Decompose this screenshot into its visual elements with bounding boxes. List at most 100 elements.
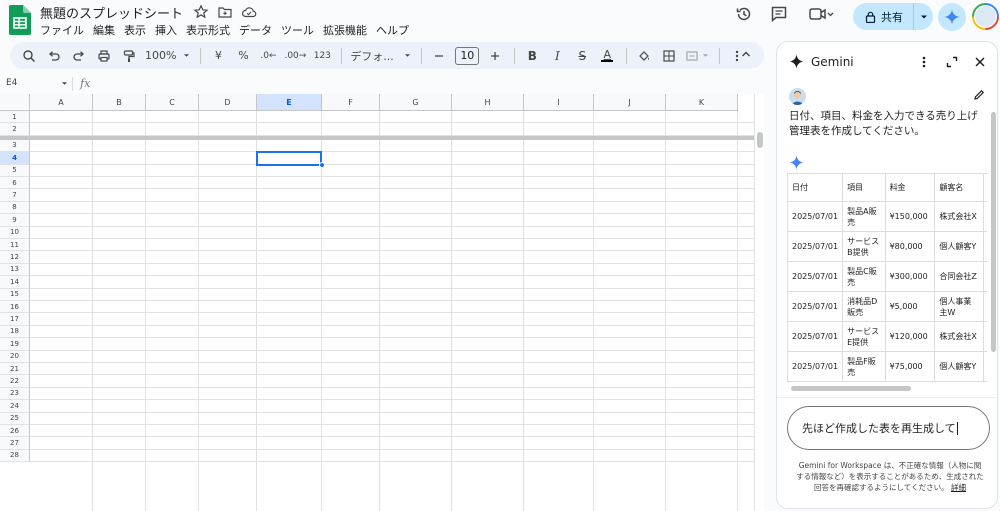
cloud-saved-icon[interactable] (241, 4, 257, 20)
comments-icon[interactable] (770, 5, 788, 23)
share-button[interactable]: 共有 (853, 3, 933, 30)
percent-format-button[interactable]: % (234, 46, 252, 66)
row-header-9[interactable]: 9 (0, 214, 30, 227)
menu-extensions[interactable]: 拡張機能 (323, 22, 367, 38)
column-header-h[interactable]: H (452, 94, 524, 111)
document-title[interactable]: 無題のスプレッドシート (40, 3, 183, 22)
decrease-font-size-icon[interactable] (430, 46, 448, 66)
row-header-17[interactable]: 17 (0, 313, 30, 326)
borders-icon[interactable] (660, 46, 678, 66)
row-header-6[interactable]: 6 (0, 177, 30, 190)
menu-edit[interactable]: 編集 (93, 22, 115, 38)
more-vert-icon[interactable] (917, 55, 931, 69)
table-horizontal-scrollbar[interactable] (787, 386, 987, 391)
zoom-select[interactable]: 100% (145, 46, 190, 66)
row-header-7[interactable]: 7 (0, 189, 30, 202)
gemini-toggle-button[interactable] (938, 3, 966, 31)
increase-font-size-icon[interactable] (486, 46, 504, 66)
undo-icon[interactable] (45, 46, 63, 66)
row-header-8[interactable]: 8 (0, 201, 30, 215)
expand-icon[interactable] (945, 55, 959, 69)
row-header-11[interactable]: 11 (0, 239, 30, 252)
row-header-21[interactable]: 21 (0, 363, 30, 376)
menu-tools[interactable]: ツール (281, 22, 314, 38)
currency-format-button[interactable]: ¥ (209, 46, 227, 66)
bold-button[interactable]: B (523, 46, 541, 66)
row-header-3[interactable]: 3 (0, 139, 30, 153)
fill-handle[interactable] (319, 161, 325, 168)
row-header-5[interactable]: 5 (0, 164, 30, 177)
fill-color-icon[interactable] (635, 46, 653, 66)
column-header-g[interactable]: G (380, 94, 452, 111)
row-header-28[interactable]: 28 (0, 449, 30, 463)
column-header-i[interactable]: I (524, 94, 594, 111)
menu-help[interactable]: ヘルプ (376, 22, 409, 38)
menu-data[interactable]: データ (239, 22, 272, 38)
paint-format-icon[interactable] (120, 46, 138, 66)
active-cell[interactable] (256, 151, 322, 166)
version-history-icon[interactable] (735, 5, 753, 23)
menu-insert[interactable]: 挿入 (155, 22, 177, 38)
sheets-logo-icon[interactable] (9, 5, 31, 35)
column-header-a[interactable]: A (30, 94, 93, 111)
column-header-d[interactable]: D (199, 94, 257, 111)
row-header-16[interactable]: 16 (0, 301, 30, 314)
edit-prompt-icon[interactable] (973, 89, 985, 101)
font-select[interactable]: デフォ... (350, 46, 411, 66)
redo-icon[interactable] (70, 46, 88, 66)
formula-input[interactable] (100, 77, 750, 91)
menu-file[interactable]: ファイル (40, 22, 84, 38)
row-header-2[interactable]: 2 (0, 123, 30, 136)
strikethrough-button[interactable]: S (573, 46, 591, 66)
freeze-divider[interactable] (0, 135, 754, 140)
text-color-button[interactable]: A (598, 46, 616, 66)
font-size-input[interactable]: 10 (455, 46, 480, 65)
spreadsheet-grid[interactable]: A B C D E F G H I J K 1 2 3 4 5 6 7 8 9 10 11 12 13 14 15 16 17 18 19… (0, 94, 764, 511)
close-icon[interactable] (973, 55, 987, 69)
row-header-10[interactable]: 10 (0, 226, 30, 239)
row-header-19[interactable]: 19 (0, 338, 30, 351)
panel-vertical-scrollbar[interactable] (991, 112, 996, 352)
row-header-24[interactable]: 24 (0, 400, 30, 413)
select-all-corner[interactable] (0, 94, 30, 111)
print-icon[interactable] (95, 46, 113, 66)
menu-view[interactable]: 表示 (124, 22, 146, 38)
row-header-1[interactable]: 1 (0, 111, 30, 124)
row-header-13[interactable]: 13 (0, 263, 30, 277)
column-header-k[interactable]: K (666, 94, 738, 111)
decrease-decimal-button[interactable]: .0← (259, 46, 277, 66)
gemini-prompt-input[interactable]: 先ほど作成した表を再生成して (787, 406, 990, 450)
collapse-menus-icon[interactable] (740, 48, 752, 60)
row-header-18[interactable]: 18 (0, 325, 30, 339)
gemini-response-table-container[interactable]: 日付 項目 料金 顧客名 2025/07/01 製品A販売 ¥150,000 株… (787, 173, 987, 383)
number-format-button[interactable]: 123 (313, 46, 331, 66)
star-icon[interactable] (193, 4, 209, 20)
grid-hline (30, 386, 754, 388)
column-header-c[interactable]: C (146, 94, 199, 111)
row-header-14[interactable]: 14 (0, 276, 30, 289)
row-header-4[interactable]: 4 (0, 152, 30, 165)
increase-decimal-button[interactable]: .00→ (284, 46, 306, 66)
menu-format[interactable]: 表示形式 (186, 22, 230, 38)
row-header-27[interactable]: 27 (0, 437, 30, 450)
column-header-e[interactable]: E (257, 94, 322, 111)
move-folder-icon[interactable] (217, 4, 233, 20)
column-header-j[interactable]: J (594, 94, 666, 111)
row-header-22[interactable]: 22 (0, 375, 30, 388)
row-header-20[interactable]: 20 (0, 350, 30, 363)
row-header-12[interactable]: 12 (0, 251, 30, 264)
row-header-15[interactable]: 15 (0, 288, 30, 301)
search-menus-icon[interactable] (20, 46, 38, 66)
column-header-b[interactable]: B (93, 94, 146, 111)
vertical-scrollbar[interactable] (754, 94, 764, 511)
row-header-26[interactable]: 26 (0, 425, 30, 438)
row-header-23[interactable]: 23 (0, 387, 30, 401)
name-box[interactable]: E4 (6, 78, 68, 88)
disclaimer-learn-more-link[interactable]: 詳細 (951, 483, 966, 492)
row-header-25[interactable]: 25 (0, 412, 30, 425)
meet-video-icon[interactable] (808, 5, 834, 23)
column-header-f[interactable]: F (322, 94, 380, 111)
italic-button[interactable]: I (548, 46, 566, 66)
account-avatar[interactable] (972, 3, 999, 30)
share-dropdown-button[interactable] (913, 3, 933, 30)
